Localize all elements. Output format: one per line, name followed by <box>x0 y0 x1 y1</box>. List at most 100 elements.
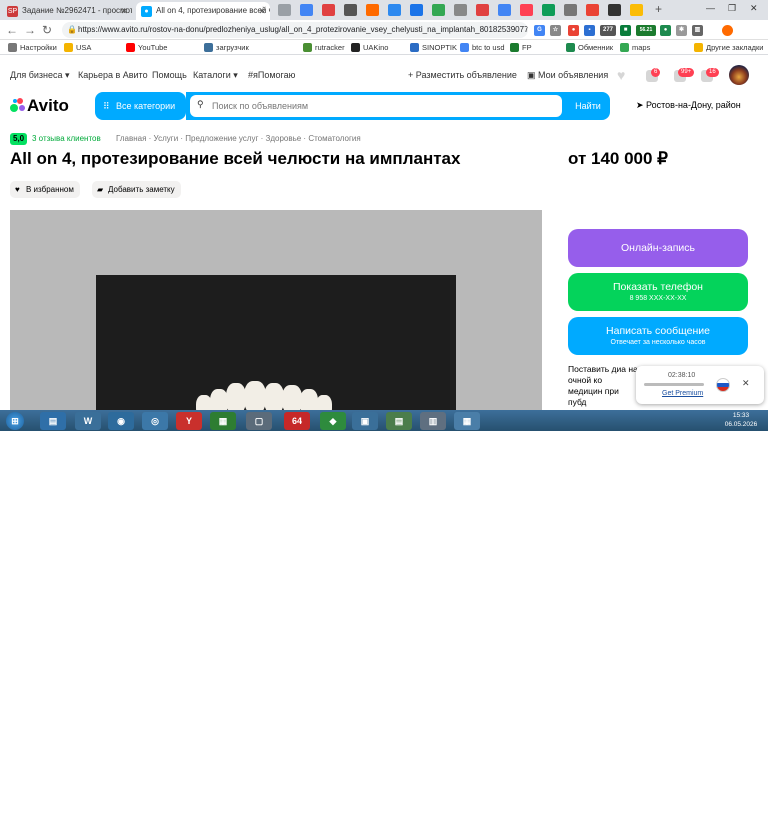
forward-icon[interactable]: → <box>24 23 36 37</box>
app-icon[interactable]: ▤ <box>386 412 412 430</box>
counter-extension-icon[interactable]: 277 <box>600 25 616 36</box>
bookmark-rutracker[interactable]: rutracker <box>303 41 345 54</box>
favorites-heart-icon[interactable]: ♥ <box>617 67 625 83</box>
bookmark-fp[interactable]: FP <box>510 41 532 54</box>
ltc-extension-icon[interactable]: 56.21 <box>636 25 656 36</box>
post-ad-link[interactable]: + Разместить объявление <box>408 70 517 80</box>
window-close-icon[interactable]: ✕ <box>750 3 758 14</box>
player-progress[interactable] <box>644 383 704 386</box>
bookmark-youtube[interactable]: YouTube <box>126 41 167 54</box>
back-icon[interactable]: ← <box>6 23 18 37</box>
flag-extension-icon[interactable]: ▪ <box>584 25 595 36</box>
get-premium-link[interactable]: Get Premium <box>662 390 703 397</box>
bookmark-other[interactable]: Другие закладки <box>694 41 763 54</box>
extension-icon[interactable]: ● <box>660 25 671 36</box>
search-input[interactable] <box>190 95 562 117</box>
chrome-icon[interactable]: ◉ <box>108 412 134 430</box>
sidebar-icon[interactable]: ▥ <box>692 25 703 36</box>
bookmark-maps[interactable]: maps <box>620 41 650 54</box>
pinned-tab-icon[interactable] <box>454 4 467 16</box>
favorite-button[interactable]: ♥ В избранном <box>10 181 80 198</box>
avito-logo[interactable]: Avito <box>10 96 69 116</box>
pinned-tab-icon[interactable] <box>366 4 379 16</box>
avito-wordmark: Avito <box>27 96 69 115</box>
pinned-tab-icon[interactable] <box>410 4 423 16</box>
pinned-tab-icon[interactable] <box>498 4 511 16</box>
bookmark-exchanger[interactable]: Обменник <box>566 41 613 54</box>
explorer-icon[interactable]: ▤ <box>40 412 66 430</box>
new-tab-icon[interactable]: + <box>655 2 662 16</box>
pinned-tab-icon[interactable] <box>608 4 621 16</box>
app-icon[interactable]: ▢ <box>246 412 272 430</box>
extension-icon[interactable]: ● <box>568 25 579 36</box>
pinned-tab-icon[interactable] <box>520 4 533 16</box>
help-link[interactable]: Помощь <box>152 70 187 80</box>
show-phone-button[interactable]: Показать телефон 8 958 XXX-XX-XX <box>568 273 748 311</box>
close-tab-icon[interactable]: ✕ <box>120 2 128 20</box>
pinned-tab-icon[interactable] <box>542 4 555 16</box>
close-icon[interactable]: ✕ <box>742 378 750 389</box>
bookmark-usa[interactable]: USA <box>64 41 91 54</box>
start-icon[interactable]: ⊞ <box>6 412 24 430</box>
bookmark-star-icon[interactable]: ☆ <box>550 25 561 36</box>
yandex-icon[interactable]: Y <box>176 412 202 430</box>
location-link[interactable]: ➤ Ростов-на-Дону, район <box>636 100 741 111</box>
catalogs-link[interactable]: Каталоги ▾ <box>193 70 238 81</box>
all-categories-button[interactable]: ⠿ Все категории <box>95 92 186 120</box>
puzzle-icon[interactable]: ✱ <box>676 25 687 36</box>
pinned-tab-icon[interactable] <box>300 4 313 16</box>
minimize-icon[interactable]: — <box>706 3 715 13</box>
pinned-tab-icon[interactable] <box>476 4 489 16</box>
close-tab-icon[interactable]: ✕ <box>258 2 266 20</box>
translate-icon[interactable]: G <box>534 25 545 36</box>
add-note-button[interactable]: ▰ Добавить заметку <box>92 181 181 198</box>
language-indicator[interactable]: UK <box>622 824 632 831</box>
breadcrumb[interactable]: Главная · Услуги · Предложение услуг · З… <box>116 134 361 143</box>
business-link[interactable]: Для бизнеса ▾ <box>10 70 70 81</box>
rutracker-icon <box>303 43 312 52</box>
photo-gallery[interactable] <box>10 210 542 410</box>
online-booking-button[interactable]: Онлайн-запись <box>568 229 748 267</box>
user-avatar[interactable] <box>729 65 749 85</box>
my-ads-link[interactable]: ▣ Мои объявления <box>527 70 608 81</box>
pinned-tab-icon[interactable] <box>630 4 643 16</box>
maximize-icon[interactable]: ❐ <box>728 3 736 14</box>
pinned-tab-icon[interactable] <box>432 4 445 16</box>
pinned-tab-icon[interactable] <box>564 4 577 16</box>
bookmark-settings[interactable]: Настройки <box>8 41 57 54</box>
app-icon[interactable]: ▣ <box>352 412 378 430</box>
heart-icon: ♥ <box>15 185 20 194</box>
system-clock[interactable]: 15:33 06.05.2026 <box>722 411 760 429</box>
bookmark-loader[interactable]: загрузчик <box>204 41 249 54</box>
reload-icon[interactable]: ↻ <box>42 23 52 37</box>
url-field[interactable]: 🔒 https://www.avito.ru/rostov-na-donu/pr… <box>62 22 528 38</box>
bookmark-uakino[interactable]: UAKino <box>351 41 388 54</box>
pinned-tab-icon[interactable] <box>388 4 401 16</box>
pinned-tab-icon[interactable] <box>278 4 291 16</box>
aida64-icon[interactable]: 64 <box>284 412 310 430</box>
helping-link[interactable]: #яПомогаю <box>248 70 295 80</box>
profile-avatar[interactable] <box>722 25 733 36</box>
tab-title: All on 4, протезирование всей че <box>156 6 270 15</box>
app-icon[interactable]: ◎ <box>142 412 168 430</box>
app-icon[interactable]: ▦ <box>454 412 480 430</box>
plus-icon: + <box>408 70 416 80</box>
bookmark-btc[interactable]: btc to usd <box>460 41 505 54</box>
media-player-popup[interactable]: 02:38:10 Get Premium ✕ <box>636 366 764 404</box>
tab-avito[interactable]: ● All on 4, протезирование всей че ✕ <box>136 2 270 20</box>
tracker-extension-icon[interactable]: ■ <box>620 25 631 36</box>
maps-icon <box>620 43 629 52</box>
find-button[interactable]: Найти <box>566 92 610 120</box>
pinned-tab-icon[interactable] <box>586 4 599 16</box>
career-link[interactable]: Карьера в Авито <box>78 70 148 80</box>
bookmark-sinoptik[interactable]: SINOPTIK <box>410 41 457 54</box>
write-message-button[interactable]: Написать сообщение Отвечает за несколько… <box>568 317 748 355</box>
pinned-tab-icon[interactable] <box>322 4 335 16</box>
app-icon[interactable]: ▦ <box>210 412 236 430</box>
shield-app-icon[interactable]: W <box>75 412 101 430</box>
app-icon[interactable]: ▥ <box>420 412 446 430</box>
reviews-link[interactable]: 3 отзыва клиентов <box>32 134 101 143</box>
pinned-tab-icon[interactable] <box>344 4 357 16</box>
tab-task[interactable]: SP Задание №2962471 - просмотр з ✕ <box>2 2 132 20</box>
app-icon[interactable]: ◆ <box>320 412 346 430</box>
